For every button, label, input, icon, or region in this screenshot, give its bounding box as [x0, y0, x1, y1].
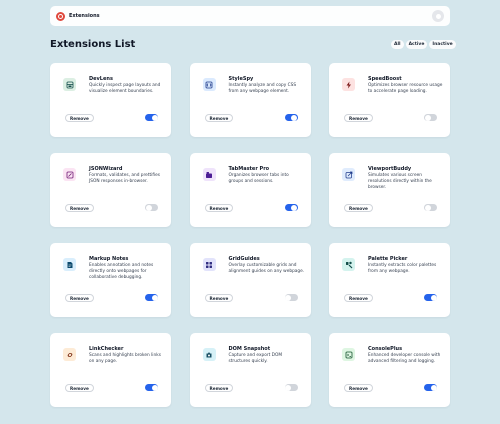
toggle-knob	[430, 384, 437, 391]
extension-active-toggle[interactable]	[145, 114, 158, 121]
devlens-icon	[63, 78, 76, 91]
extension-active-toggle[interactable]	[284, 384, 298, 391]
extension-card: SpeedBoost Optimizes browser resource usa…	[329, 63, 450, 137]
toggle-knob	[291, 204, 297, 211]
extension-active-toggle[interactable]	[145, 204, 158, 211]
extension-description: Simulates various screen resolutions dir…	[368, 173, 432, 191]
extension-name: ConsolePlus	[368, 346, 403, 352]
extension-name: GridGuides	[228, 256, 260, 262]
extension-active-toggle[interactable]	[424, 114, 437, 121]
extension-name: Markup Notes	[89, 256, 129, 262]
remove-button[interactable]: Remove	[65, 204, 94, 212]
extension-active-toggle[interactable]	[284, 114, 298, 121]
extension-name: JSONWizard	[89, 166, 123, 172]
extension-active-toggle[interactable]	[145, 294, 158, 301]
extension-card: ViewportBuddy Simulates various screen re…	[329, 153, 450, 227]
remove-button[interactable]: Remove	[204, 204, 234, 212]
remove-button[interactable]: Remove	[204, 114, 234, 122]
extension-description: Instantly extracts color palettes from a…	[368, 263, 437, 275]
extension-card: LinkChecker Scans and highlights broken l…	[50, 333, 171, 407]
extension-name: DevLens	[89, 76, 113, 82]
toggle-knob	[430, 294, 437, 301]
extension-card: DevLens Quickly inspect page layouts and …	[50, 63, 171, 137]
app-name: Extensions	[69, 13, 100, 19]
remove-button[interactable]: Remove	[204, 384, 234, 392]
extension-description: Optimizes browser resource usage to acce…	[368, 83, 443, 95]
extension-card: GridGuides Overlay customizable grids and…	[189, 243, 311, 317]
extension-description: Formats, validates, and prettifies JSON …	[89, 173, 160, 185]
jsonwizard-icon	[63, 168, 76, 181]
remove-button[interactable]: Remove	[204, 294, 234, 302]
filter-group: All Active Inactive	[391, 40, 456, 49]
toggle-knob	[285, 294, 291, 301]
top-bar: Extensions	[50, 6, 450, 26]
filter-inactive-button[interactable]: Inactive	[429, 40, 456, 49]
toggle-knob	[151, 294, 158, 301]
extension-card: JSONWizard Formats, validates, and pretti…	[50, 153, 171, 227]
sun-icon	[435, 13, 441, 19]
consoleplus-icon	[342, 348, 355, 361]
extension-active-toggle[interactable]	[424, 204, 437, 211]
extension-name: LinkChecker	[89, 346, 124, 352]
toggle-knob	[151, 114, 158, 121]
domsnapshot-icon	[202, 348, 216, 361]
markupnotes-icon	[63, 258, 76, 271]
stylespy-icon	[202, 78, 216, 91]
extension-description: Instantly analyze and copy CSS from any …	[228, 83, 297, 95]
extension-name: StyleSpy	[228, 76, 254, 82]
theme-toggle-button[interactable]	[432, 10, 444, 22]
extension-name: DOM Snapshot	[228, 346, 271, 352]
extension-name: TabMaster Pro	[228, 166, 270, 172]
remove-button[interactable]: Remove	[65, 384, 94, 392]
extension-description: Overlay customizable grids and alignment…	[228, 263, 305, 275]
extension-card: TabMaster Pro Organizes browser tabs into…	[189, 153, 311, 227]
toggle-knob	[291, 114, 297, 121]
extension-card: Markup Notes Enables annotation and notes…	[50, 243, 171, 317]
extension-card: StyleSpy Instantly analyze and copy CSS f…	[189, 63, 311, 137]
extension-description: Enhanced developer console with advanced…	[368, 353, 441, 365]
extension-active-toggle[interactable]	[424, 294, 437, 301]
extension-active-toggle[interactable]	[284, 294, 298, 301]
remove-button[interactable]: Remove	[65, 114, 94, 122]
remove-button[interactable]: Remove	[344, 384, 373, 392]
remove-button[interactable]: Remove	[344, 204, 373, 212]
palettepicker-icon	[342, 258, 355, 271]
speedboost-icon	[342, 78, 355, 91]
remove-button[interactable]: Remove	[65, 294, 94, 302]
page-title: Extensions List	[50, 39, 136, 50]
filter-all-button[interactable]: All	[391, 40, 404, 49]
extension-name: Palette Picker	[368, 256, 408, 262]
filter-active-button[interactable]: Active	[405, 40, 428, 49]
linkchecker-icon	[63, 348, 76, 361]
toggle-knob	[285, 384, 291, 391]
extension-description: Capture and export DOM structures quickl…	[228, 353, 283, 365]
extension-active-toggle[interactable]	[145, 384, 158, 391]
toggle-knob	[424, 204, 431, 211]
extension-active-toggle[interactable]	[284, 204, 298, 211]
remove-button[interactable]: Remove	[344, 294, 373, 302]
toggle-knob	[145, 204, 152, 211]
extension-active-toggle[interactable]	[424, 384, 437, 391]
gridguides-icon	[202, 258, 216, 271]
toggle-knob	[151, 384, 158, 391]
extension-card: Palette Picker Instantly extracts color p…	[329, 243, 450, 317]
viewportbuddy-icon	[342, 168, 355, 181]
toggle-knob	[424, 114, 431, 121]
extension-card: DOM Snapshot Capture and export DOM struc…	[189, 333, 311, 407]
extension-description: Scans and highlights broken links on any…	[89, 353, 161, 365]
tabmaster-icon	[202, 168, 216, 181]
extensions-grid: DevLens Quickly inspect page layouts and …	[50, 63, 450, 407]
extensions-logo-icon	[56, 11, 65, 21]
extension-description: Organizes browser tabs into groups and s…	[228, 173, 289, 185]
remove-button[interactable]: Remove	[344, 114, 373, 122]
extension-description: Quickly inspect page layouts and visuali…	[89, 83, 161, 95]
extension-description: Enables annotation and notes directly on…	[89, 263, 154, 281]
extension-card: ConsolePlus Enhanced developer console wi…	[329, 333, 450, 407]
extension-name: SpeedBoost	[368, 76, 402, 82]
extension-name: ViewportBuddy	[368, 166, 412, 172]
